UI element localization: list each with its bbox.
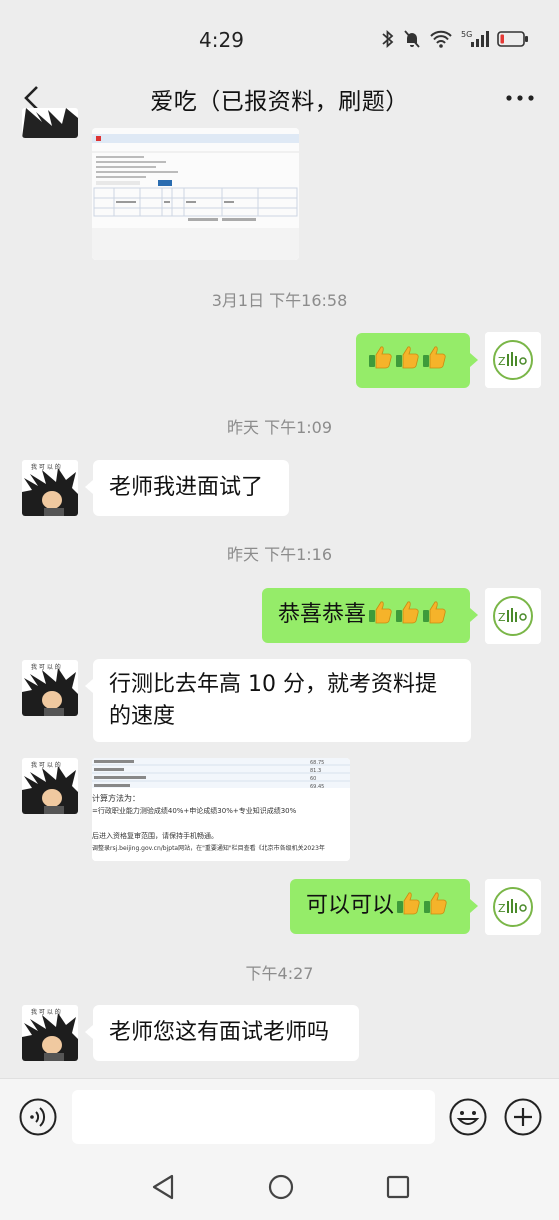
- thumbs-up-icon: [367, 344, 393, 370]
- image-message-score-query[interactable]: [92, 128, 299, 260]
- avatar-caption: 我 可 以 的: [31, 463, 61, 471]
- avatar-caption: 我 可 以 的: [31, 1008, 61, 1016]
- wifi-icon: [430, 30, 452, 48]
- bluetooth-icon: [382, 29, 394, 49]
- image-message-score-formula[interactable]: 68.75 81.3 60 69.45 计算方法为： =行政职业能力测验成绩40…: [92, 758, 350, 861]
- message-bubble-sent[interactable]: 可以可以: [290, 879, 478, 934]
- timestamp: 下午4:27: [245, 964, 314, 983]
- emoji-icon[interactable]: [448, 1097, 488, 1137]
- score-value: 69.45: [310, 784, 324, 790]
- svg-text:5G: 5G: [461, 30, 472, 39]
- chat-title: 爱吃（已报资料，刷题）: [150, 89, 409, 115]
- more-options-icon[interactable]: [505, 88, 535, 108]
- thumbs-up-icon: [421, 599, 447, 625]
- avatar-caption: 我 可 以 的: [31, 663, 61, 671]
- message-text-line: 行测比去年高 10 分，就考资料提: [109, 672, 437, 697]
- timestamp: 昨天 下午1:09: [226, 418, 333, 437]
- svg-text:Z: Z: [498, 355, 506, 368]
- score-value: 81.3: [310, 768, 321, 774]
- timestamp: 昨天 下午1:16: [226, 545, 333, 564]
- add-attachment-icon[interactable]: [503, 1097, 543, 1137]
- thumbs-up-icon: [422, 890, 448, 916]
- system-home-icon[interactable]: [267, 1172, 295, 1202]
- svg-text:Z: Z: [498, 902, 506, 915]
- thumbs-up-icon: [395, 890, 421, 916]
- score-value: 68.75: [310, 760, 324, 766]
- signal-5g-icon: 5G: [461, 30, 489, 47]
- image-text-line: 调整录rsj.beijing.gov.cn/bjpta网站，在"重要通知"栏目查…: [92, 844, 325, 852]
- message-text: 可以可以: [306, 893, 395, 918]
- voice-input-icon[interactable]: [18, 1097, 58, 1137]
- thumbs-up-icon: [394, 599, 420, 625]
- thumbs-up-icon: [367, 599, 393, 625]
- battery-low-icon: [497, 31, 528, 47]
- chat-header: 爱吃（已报资料，刷题）: [0, 68, 559, 128]
- image-text-line: 后进入资格复审范围，请保持手机畅通。: [92, 831, 218, 840]
- avatar-contact[interactable]: 我 可 以 的: [22, 758, 78, 814]
- mute-bell-icon: [404, 30, 420, 48]
- message-bubble-received[interactable]: 老师我进面试了: [85, 460, 289, 516]
- timestamp: 3月1日 下午16:58: [211, 291, 348, 310]
- avatar-caption: 我 可 以 的: [31, 761, 61, 769]
- image-text-line: =行政职业能力测验成绩40%+申论成绩30%+专业知识成绩30%: [92, 806, 297, 815]
- thumbs-up-emojis: [367, 344, 447, 370]
- message-bubble-sent[interactable]: [356, 333, 478, 388]
- thumbs-up-emojis: [395, 890, 448, 916]
- message-text: 恭喜恭喜: [278, 602, 367, 627]
- system-recents-icon[interactable]: [385, 1172, 411, 1202]
- message-input-bar: [0, 1078, 559, 1156]
- message-bubble-received[interactable]: 行测比去年高 10 分，就考资料提 的速度: [85, 659, 471, 742]
- avatar-contact[interactable]: 我 可 以 的: [22, 1005, 78, 1061]
- avatar-self[interactable]: Z: [485, 332, 541, 388]
- message-bubble-sent[interactable]: 恭喜恭喜: [262, 588, 478, 643]
- thumbs-up-icon: [421, 344, 447, 370]
- message-bubble-received[interactable]: 老师您这有面试老师吗: [85, 1005, 359, 1061]
- message-text-input[interactable]: [72, 1090, 435, 1144]
- avatar-self[interactable]: Z: [485, 879, 541, 935]
- message-text-line: 的速度: [109, 704, 176, 729]
- system-back-icon[interactable]: [150, 1172, 176, 1202]
- status-time: 4:29: [199, 28, 244, 52]
- svg-text:Z: Z: [498, 611, 506, 624]
- avatar-contact[interactable]: [22, 108, 78, 138]
- avatar-contact[interactable]: 我 可 以 的: [22, 660, 78, 716]
- thumbs-up-icon: [394, 344, 420, 370]
- status-icons: 5G: [381, 29, 529, 49]
- image-text-line: 计算方法为：: [92, 793, 140, 803]
- avatar-contact[interactable]: 我 可 以 的: [22, 460, 78, 516]
- avatar-self[interactable]: Z: [485, 588, 541, 644]
- score-value: 60: [310, 776, 316, 782]
- system-navigation-bar: [0, 1156, 559, 1220]
- thumbs-up-emojis: [367, 599, 447, 625]
